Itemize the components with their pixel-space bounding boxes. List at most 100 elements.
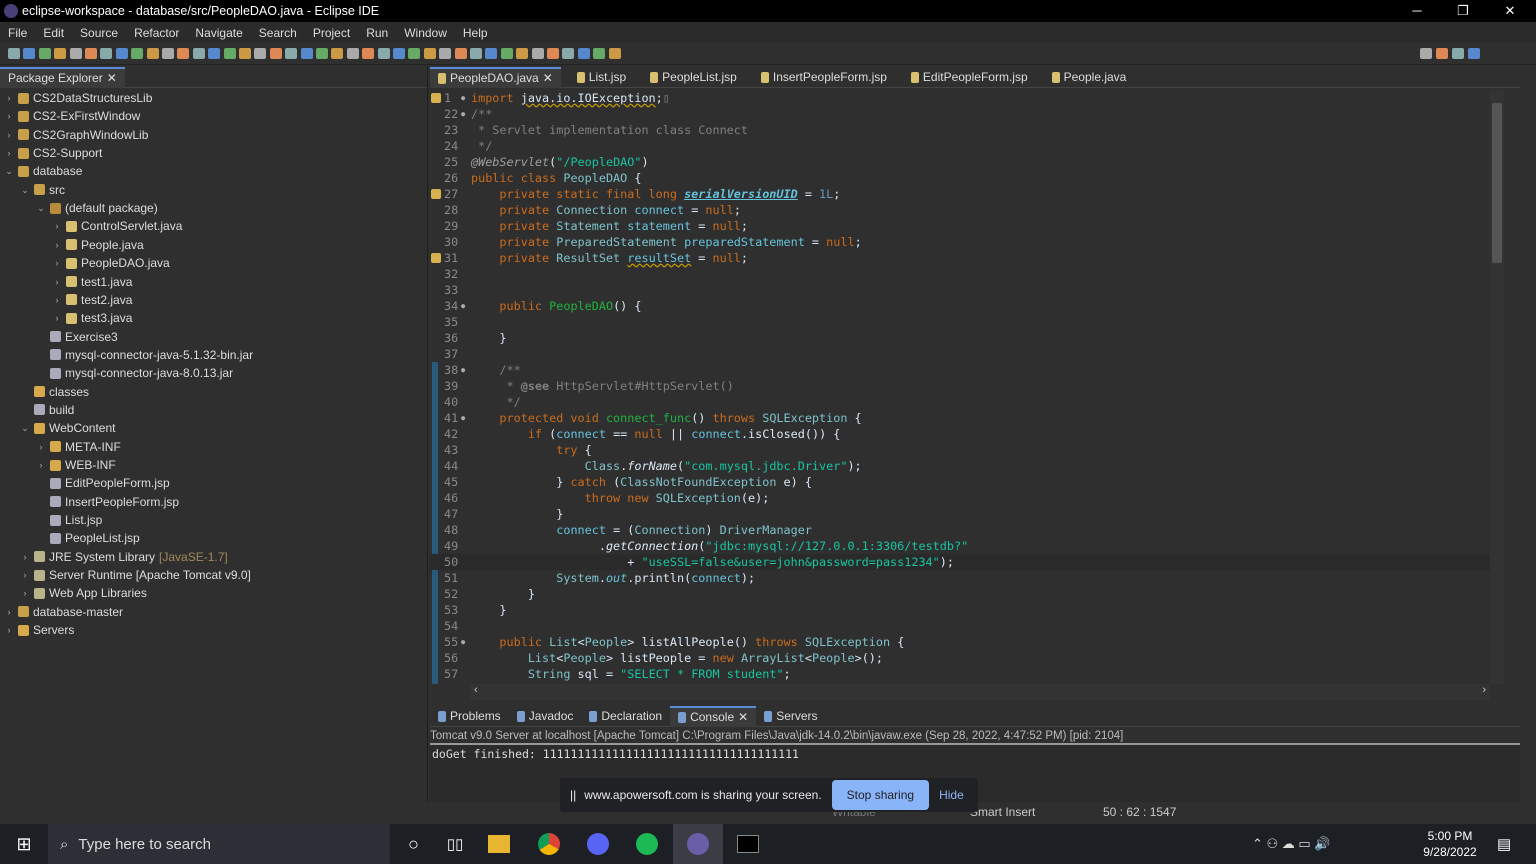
clock[interactable]: 5:00 PM 9/28/2022 [1410,828,1490,860]
chevron-right-icon[interactable]: › [4,126,14,144]
vertical-scrollbar[interactable] [1490,89,1504,684]
tree-item[interactable]: ⌄ WebContent [20,419,115,437]
code-line[interactable]: 39 * @see HttpServlet#HttpServlet() [430,378,1490,394]
maximize-button[interactable]: ❐ [1440,0,1486,22]
code-line[interactable]: 27 private static final long serialVersi… [430,186,1490,202]
code-line[interactable]: 41 ● protected void connect_func() throws… [430,410,1490,426]
toolbar-button-icon[interactable] [146,48,159,59]
toolbar-button-icon[interactable] [439,48,452,59]
tree-item[interactable]: › WEB-INF [36,456,116,474]
code-line[interactable]: 22 ●/** [430,106,1490,122]
toolbar-button-icon[interactable] [269,48,282,59]
chevron-right-icon[interactable]: › [4,107,14,125]
fold-icon[interactable]: ● [461,410,465,426]
toolbar-button-icon[interactable] [8,48,20,59]
code-line[interactable]: 44 Class.forName("com.mysql.jdbc.Driver"… [430,458,1490,474]
menu-navigate[interactable]: Navigate [187,26,250,40]
tab-declaration[interactable]: Declaration [581,706,670,727]
code-line[interactable]: 49 .getConnection("jdbc:mysql://127.0.0.… [430,538,1490,554]
toolbar-button-icon[interactable] [485,48,498,59]
code-line[interactable]: 23 * Servlet implementation class Connec… [430,122,1490,138]
tab-people-java[interactable]: People.java [1044,67,1135,88]
code-line[interactable]: 24 */ [430,138,1490,154]
tree-item[interactable]: › test2.java [52,291,133,309]
horizontal-scrollbar[interactable]: ‹ › [470,684,1490,700]
tree-item[interactable]: mysql-connector-java-5.1.32-bin.jar [36,346,253,364]
toolbar-button-icon[interactable] [1452,48,1464,59]
tree-item[interactable]: build [20,401,74,419]
eclipse-taskbar-icon[interactable] [673,824,724,864]
chevron-right-icon[interactable]: › [20,566,30,584]
toolbar-button-icon[interactable] [608,48,621,59]
tree-item[interactable]: mysql-connector-java-8.0.13.jar [36,364,233,382]
toolbar-button-icon[interactable] [593,48,606,59]
toolbar-button-icon[interactable] [362,48,375,59]
taskbar-search[interactable]: ⌕ Type here to search [48,824,390,864]
toolbar-button-icon[interactable] [131,48,144,59]
toolbar-button-icon[interactable] [454,48,467,59]
file-explorer-icon[interactable] [488,835,511,853]
tree-item[interactable]: › database-master [4,603,124,621]
menu-edit[interactable]: Edit [35,26,72,40]
code-line[interactable]: 32 [430,266,1490,282]
toolbar-button-icon[interactable] [69,48,82,59]
toolbar-button-icon[interactable] [1420,48,1432,59]
menu-help[interactable]: Help [455,26,496,40]
toolbar-button-icon[interactable] [115,48,128,59]
spotify-icon[interactable] [636,833,659,855]
chevron-right-icon[interactable]: › [52,236,62,254]
close-icon[interactable]: ✕ [543,68,553,89]
tree-item[interactable]: EditPeopleForm.jsp [36,474,170,492]
toolbar-button-icon[interactable] [285,48,298,59]
tree-item[interactable]: Exercise3 [36,328,118,346]
tree-item[interactable]: › CS2DataStructuresLib [4,89,153,107]
code-line[interactable]: 46 throw new SQLException(e); [430,490,1490,506]
toolbar-button-icon[interactable] [162,48,174,59]
code-line[interactable]: 53 } [430,602,1490,618]
chevron-right-icon[interactable]: › [52,217,62,235]
minimize-button[interactable]: ─ [1394,0,1440,22]
stop-sharing-button[interactable]: Stop sharing [831,780,930,810]
chevron-right-icon[interactable]: › [20,548,30,566]
toolbar-button-icon[interactable] [192,48,205,59]
code-line[interactable]: 54 [430,618,1490,634]
tree-item[interactable]: › PeopleDAO.java [52,254,170,272]
chevron-right-icon[interactable]: › [52,254,62,272]
discord-icon[interactable] [587,833,610,855]
code-line[interactable]: 40 */ [430,394,1490,410]
code-line[interactable]: 56 List<People> listPeople = new ArrayLi… [430,650,1490,666]
code-line[interactable]: 36 } [430,330,1490,346]
fold-icon[interactable]: ● [461,106,465,122]
code-line[interactable]: 37 [430,346,1490,362]
toolbar-button-icon[interactable] [223,48,236,59]
tree-item[interactable]: List.jsp [36,511,102,529]
windows-start-icon[interactable]: ⊞ [0,834,48,855]
system-tray-icons[interactable]: ⌃ ⚇ ☁ ▭ 🔊 [1252,836,1330,852]
toolbar-button-icon[interactable] [346,48,359,59]
code-line[interactable]: 33 [430,282,1490,298]
chevron-down-icon[interactable]: ⌄ [4,162,14,180]
toolbar-button-icon[interactable] [100,48,113,59]
tab-problems[interactable]: Problems [430,706,509,727]
tree-item[interactable]: › Web App Libraries [20,584,147,602]
tree-item[interactable]: ⌄ (default package) [36,199,158,217]
tab-list-jsp[interactable]: List.jsp [569,67,634,88]
tree-item[interactable]: › test1.java [52,273,133,291]
chevron-right-icon[interactable]: › [36,438,46,456]
tree-item[interactable]: › CS2GraphWindowLib [4,126,149,144]
fold-icon[interactable]: ● [461,298,465,314]
tab-peoplelist-jsp[interactable]: PeopleList.jsp [642,67,745,88]
code-line[interactable]: 42 if (connect == null || connect.isClos… [430,426,1490,442]
toolbar-button-icon[interactable] [1468,48,1480,59]
toolbar-button-icon[interactable] [377,48,390,59]
code-line[interactable]: 47 } [430,506,1490,522]
tab-servers[interactable]: Servers [756,706,825,727]
code-line[interactable]: 43 try { [430,442,1490,458]
chevron-down-icon[interactable]: ⌄ [20,181,30,199]
code-line[interactable]: 52 } [430,586,1490,602]
chevron-right-icon[interactable]: › [4,144,14,162]
tree-item[interactable]: › ControlServlet.java [52,217,183,235]
chevron-right-icon[interactable]: › [52,291,62,309]
code-line[interactable]: 25 @WebServlet("/PeopleDAO") [430,154,1490,170]
chevron-right-icon[interactable]: › [52,273,62,291]
